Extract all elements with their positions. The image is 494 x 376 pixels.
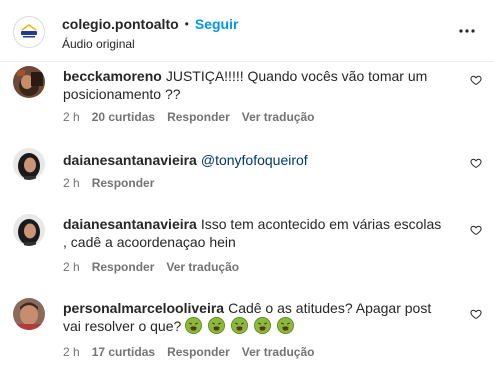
nauseated-face-icon bbox=[208, 317, 226, 334]
like-heart-icon[interactable] bbox=[470, 308, 482, 320]
translate-button[interactable]: Ver tradução bbox=[166, 260, 239, 274]
comment-time: 2 h bbox=[63, 345, 80, 359]
audio-source-label[interactable]: Áudio original bbox=[62, 37, 135, 51]
more-options-icon[interactable] bbox=[458, 24, 476, 38]
separator-dot: • bbox=[184, 17, 189, 31]
post-header: colegio.pontoalto • Seguir Áudio origina… bbox=[0, 0, 494, 62]
comment-time: 2 h bbox=[63, 260, 80, 274]
nauseated-face-icon bbox=[253, 317, 271, 334]
emoji-row bbox=[185, 317, 296, 334]
comment-username[interactable]: personalmarceloolivei​ra bbox=[63, 300, 224, 316]
reply-button[interactable]: Responder bbox=[92, 176, 155, 190]
comment-likes[interactable]: 20 curtidas bbox=[92, 110, 155, 124]
comment-time: 2 h bbox=[63, 110, 80, 124]
translate-button[interactable]: Ver tradução bbox=[242, 345, 315, 359]
comment-likes[interactable]: 17 curtidas bbox=[92, 345, 155, 359]
commenter-avatar[interactable] bbox=[13, 148, 45, 180]
nauseated-face-icon bbox=[276, 317, 294, 334]
reply-button[interactable]: Responder bbox=[167, 110, 230, 124]
like-heart-icon[interactable] bbox=[470, 74, 482, 86]
account-username[interactable]: colegio.pontoalto bbox=[62, 16, 179, 32]
account-avatar[interactable] bbox=[13, 16, 45, 48]
commenter-avatar[interactable] bbox=[13, 298, 45, 330]
nauseated-face-icon bbox=[185, 317, 203, 334]
comment-mention-link[interactable]: @tonyfofoqueirof bbox=[201, 152, 308, 168]
reply-button[interactable]: Responder bbox=[167, 345, 230, 359]
comment-username[interactable]: daianesantanavieira bbox=[63, 152, 197, 168]
like-heart-icon[interactable] bbox=[470, 157, 482, 169]
nauseated-face-icon bbox=[230, 317, 248, 334]
comment-username[interactable]: daianesantanavieira bbox=[63, 216, 197, 232]
reply-button[interactable]: Responder bbox=[92, 260, 155, 274]
follow-button[interactable]: Seguir bbox=[195, 16, 239, 32]
comment-time: 2 h bbox=[63, 176, 80, 190]
colegio-logo-icon bbox=[14, 17, 44, 47]
commenter-avatar[interactable] bbox=[13, 214, 45, 246]
commenter-avatar[interactable] bbox=[13, 66, 45, 98]
comment-username[interactable]: becckamoreno bbox=[63, 68, 162, 84]
translate-button[interactable]: Ver tradução bbox=[242, 110, 315, 124]
like-heart-icon[interactable] bbox=[470, 224, 482, 236]
